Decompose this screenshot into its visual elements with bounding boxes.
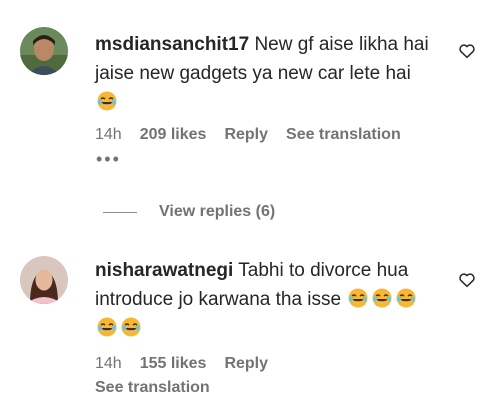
comment-time: 14h [95, 355, 122, 372]
comment-username[interactable]: msdiansanchit17 [95, 34, 249, 55]
comment-text: nisharawatnegi Tabhi to divorce hua intr… [95, 256, 435, 343]
comment-meta: 14h 209 likes Reply See translation [95, 126, 401, 144]
face-with-tears-of-joy-emoji [348, 288, 368, 308]
comment-text: msdiansanchit17 New gf aise likha hai ja… [95, 30, 435, 117]
heart-outline-icon[interactable] [458, 42, 476, 60]
comment-meta: 14h 155 likes Reply [95, 355, 268, 373]
see-translation-button[interactable]: See translation [95, 379, 210, 397]
avatar[interactable] [20, 27, 68, 75]
likes-count[interactable]: 209 likes [140, 126, 207, 144]
face-with-tears-of-joy-emoji [97, 91, 117, 111]
reply-button[interactable]: Reply [224, 126, 268, 144]
comment-username[interactable]: nisharawatnegi [95, 260, 233, 281]
face-with-tears-of-joy-emoji [396, 288, 416, 308]
see-translation-button[interactable]: See translation [286, 126, 401, 144]
avatar[interactable] [20, 256, 68, 304]
reply-button[interactable]: Reply [224, 355, 268, 373]
heart-outline-icon[interactable] [458, 271, 476, 289]
face-with-tears-of-joy-emoji [97, 317, 117, 337]
face-with-tears-of-joy-emoji [372, 288, 392, 308]
view-replies-label[interactable]: View replies (6) [159, 203, 275, 221]
comment-time: 14h [95, 126, 122, 143]
more-options-icon[interactable]: ••• [96, 150, 121, 168]
view-replies-button[interactable]: View replies (6) [103, 203, 275, 221]
divider-line [103, 211, 137, 213]
face-with-tears-of-joy-emoji [121, 317, 141, 337]
likes-count[interactable]: 155 likes [140, 355, 207, 373]
